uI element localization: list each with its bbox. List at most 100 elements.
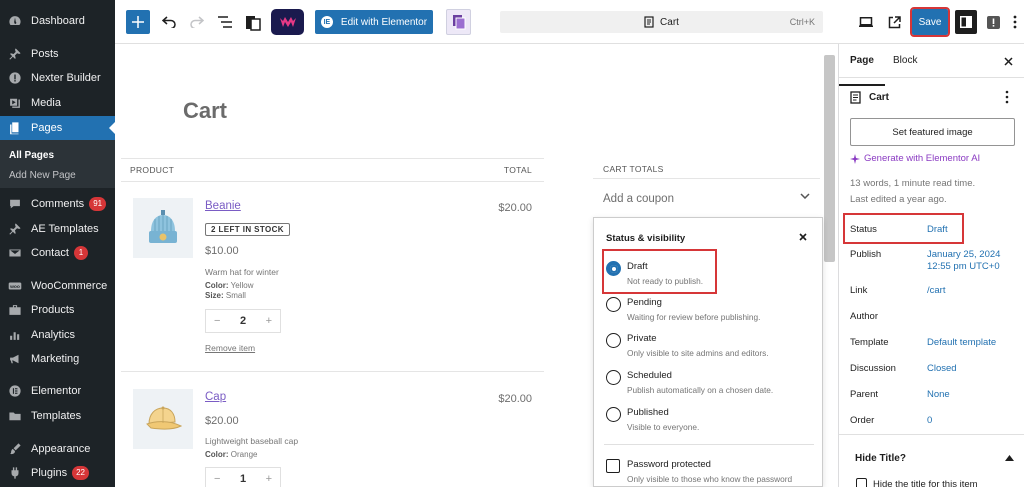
prop-parent-label: Parent	[850, 389, 878, 400]
radio-published[interactable]	[606, 407, 621, 422]
menu-analytics[interactable]: Analytics	[0, 323, 115, 347]
edit-with-elementor-button[interactable]: IE Edit with Elementor	[315, 10, 433, 34]
tab-block[interactable]: Block	[893, 55, 917, 66]
last-edited: Last edited a year ago.	[850, 194, 947, 205]
option-help: Publish automatically on a chosen date.	[627, 385, 774, 395]
menu-marketing[interactable]: Marketing	[0, 347, 115, 371]
product-color: Color: Orange	[205, 450, 257, 459]
qty-minus-button[interactable]: −	[214, 473, 220, 485]
radio-pending[interactable]	[606, 297, 621, 312]
more-vertical-icon[interactable]	[1004, 90, 1010, 104]
radio-scheduled[interactable]	[606, 370, 621, 385]
template-button[interactable]: Default template	[927, 337, 996, 349]
status-option-scheduled[interactable]: Scheduled Publish automatically on a cho…	[604, 368, 816, 402]
hide-title-checkbox[interactable]	[856, 478, 867, 487]
status-option-pending[interactable]: Pending Waiting for review before publis…	[604, 295, 816, 329]
caret-up-icon[interactable]	[1005, 454, 1014, 461]
option-help: Only visible to site admins and editors.	[627, 348, 769, 358]
product-name-link[interactable]: Beanie	[205, 200, 241, 212]
settings-toggle-button[interactable]	[955, 10, 977, 34]
plugin-logo-button[interactable]	[271, 9, 304, 35]
canvas-scrollbar-thumb[interactable]	[824, 55, 835, 262]
pin-icon	[8, 222, 22, 236]
menu-ae-templates[interactable]: AE Templates	[0, 217, 115, 241]
qty-plus-button[interactable]: +	[266, 473, 272, 485]
color-value: Yellow	[230, 281, 254, 290]
publish-date: January 25, 2024	[927, 249, 1001, 260]
page-title[interactable]: Cart	[183, 98, 227, 124]
shortcut-hint: Ctrl+K	[789, 17, 815, 27]
qty-minus-button[interactable]: −	[214, 315, 220, 327]
tab-page[interactable]: Page	[839, 55, 885, 86]
table-divider	[121, 371, 544, 372]
line-total: $20.00	[498, 393, 532, 405]
close-popover-button[interactable]	[796, 230, 810, 244]
radio-private[interactable]	[606, 333, 621, 348]
view-page-button[interactable]	[884, 12, 904, 32]
qty-plus-button[interactable]: +	[266, 315, 272, 327]
set-featured-image-button[interactable]: Set featured image	[850, 118, 1015, 146]
extension-button[interactable]	[446, 9, 471, 35]
submenu-add-new-page[interactable]: Add New Page	[9, 170, 76, 181]
qty-value[interactable]: 1	[240, 473, 246, 485]
folder-icon	[8, 409, 22, 423]
save-button[interactable]: Save	[910, 7, 950, 37]
menu-posts[interactable]: Posts	[0, 42, 115, 66]
status-option-private[interactable]: Private Only visible to site admins and …	[604, 331, 816, 365]
publish-date-button[interactable]: January 25, 2024 12:55 pm UTC+0	[927, 249, 1000, 273]
submenu-all-pages[interactable]: All Pages	[9, 150, 54, 161]
settings-sidebar: Page Block Cart Set featured image Gener…	[839, 44, 1024, 487]
menu-label: Pages	[31, 122, 63, 134]
product-thumbnail[interactable]	[133, 389, 193, 449]
qty-value[interactable]: 2	[240, 315, 246, 327]
redo-button[interactable]	[187, 12, 207, 32]
menu-nexter-builder[interactable]: Nexter Builder	[0, 66, 115, 90]
column-total: TOTAL	[503, 165, 532, 175]
prop-order-label: Order	[850, 415, 875, 426]
menu-elementor[interactable]: Elementor	[0, 379, 115, 403]
prop-publish-label: Publish	[850, 249, 882, 260]
menu-label: Contact	[31, 247, 69, 259]
plugin-panel-button[interactable]	[983, 12, 1003, 32]
permalink-button[interactable]: /cart	[927, 285, 945, 297]
remove-item-link[interactable]: Remove item	[205, 343, 255, 353]
order-button[interactable]: 0	[927, 415, 932, 427]
publish-time: 12:55 pm UTC+0	[927, 261, 1000, 272]
password-protected-option[interactable]: Password protected Only visible to those…	[604, 457, 816, 486]
product-description: Lightweight baseball cap	[205, 436, 299, 446]
hide-title-panel-toggle[interactable]: Hide Title?	[855, 453, 906, 464]
generate-ai-link[interactable]: Generate with Elementor AI	[850, 153, 980, 164]
preview-button[interactable]	[856, 12, 876, 32]
document-card-title: Cart	[850, 91, 889, 104]
copy-button[interactable]	[243, 11, 263, 33]
mail-icon	[8, 246, 22, 260]
block-inserter-button[interactable]	[126, 10, 150, 34]
undo-button[interactable]	[159, 12, 179, 32]
menu-appearance[interactable]: Appearance	[0, 437, 115, 461]
document-overview-button[interactable]	[215, 12, 235, 32]
chevron-down-icon	[800, 193, 810, 199]
coupon-toggle[interactable]: Add a coupon	[593, 178, 820, 218]
cap-image	[146, 406, 183, 430]
menu-contact[interactable]: Contact 1	[0, 241, 115, 265]
menu-woocommerce[interactable]: woo WooCommerce	[0, 274, 115, 298]
product-thumbnail[interactable]	[133, 198, 193, 258]
page-icon	[644, 16, 654, 28]
menu-comments[interactable]: Comments 91	[0, 192, 115, 216]
menu-dashboard[interactable]: Dashboard	[0, 9, 115, 33]
parent-button[interactable]: None	[927, 389, 950, 401]
popover-title: Status & visibility	[606, 233, 686, 244]
command-palette-bar[interactable]: Cart Ctrl+K	[500, 11, 823, 33]
menu-label: Media	[31, 97, 61, 109]
options-button[interactable]	[1008, 12, 1022, 32]
product-name-link[interactable]: Cap	[205, 391, 226, 403]
close-settings-button[interactable]	[1002, 55, 1014, 67]
menu-templates[interactable]: Templates	[0, 404, 115, 428]
password-protected-checkbox[interactable]	[606, 459, 620, 473]
discussion-button[interactable]: Closed	[927, 363, 957, 375]
menu-media[interactable]: Media	[0, 91, 115, 115]
menu-pages[interactable]: Pages	[0, 116, 115, 140]
menu-products[interactable]: Products	[0, 298, 115, 322]
menu-plugins[interactable]: Plugins 22	[0, 461, 115, 485]
status-option-published[interactable]: Published Visible to everyone.	[604, 405, 816, 439]
